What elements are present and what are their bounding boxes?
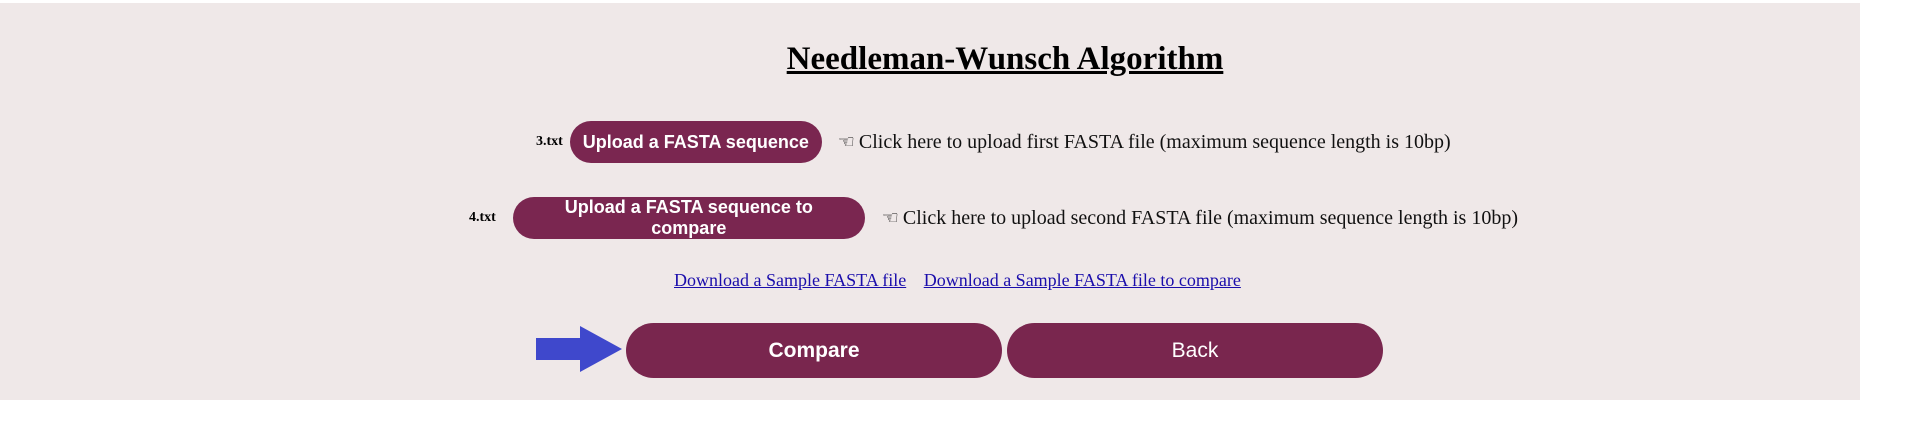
upload-second-row: 4.txt Upload a FASTA sequence to compare… xyxy=(469,197,1518,239)
upload-second-hint-text: Click here to upload second FASTA file (… xyxy=(902,206,1519,229)
page-title: Needleman-Wunsch Algorithm xyxy=(786,41,1224,77)
first-file-name: 3.txt xyxy=(536,134,563,149)
pointing-hand-icon: ☜ xyxy=(837,131,855,153)
upload-first-fasta-button[interactable]: Upload a FASTA sequence xyxy=(569,121,822,163)
upload-second-fasta-button[interactable]: Upload a FASTA sequence to compare xyxy=(512,197,865,239)
upload-first-hint: ☜ Click here to upload first FASTA file … xyxy=(838,131,1451,154)
download-sample-fasta-link[interactable]: Download a Sample FASTA file xyxy=(674,270,906,290)
back-button[interactable]: Back xyxy=(1007,323,1383,378)
upload-first-row: 3.txt Upload a FASTA sequence ☜ Click he… xyxy=(536,121,1451,163)
right-arrow-icon xyxy=(536,326,622,372)
sample-links: Download a Sample FASTA file Download a … xyxy=(674,270,1241,291)
pointing-hand-icon: ☜ xyxy=(881,207,899,229)
download-sample-compare-fasta-link[interactable]: Download a Sample FASTA file to compare xyxy=(924,270,1241,290)
compare-button[interactable]: Compare xyxy=(626,323,1002,378)
second-file-name: 4.txt xyxy=(469,210,496,225)
main-panel: Needleman-Wunsch Algorithm 3.txt Upload … xyxy=(0,3,1860,400)
upload-first-hint-text: Click here to upload first FASTA file (m… xyxy=(858,130,1451,153)
upload-second-hint: ☜ Click here to upload second FASTA file… xyxy=(882,207,1518,230)
